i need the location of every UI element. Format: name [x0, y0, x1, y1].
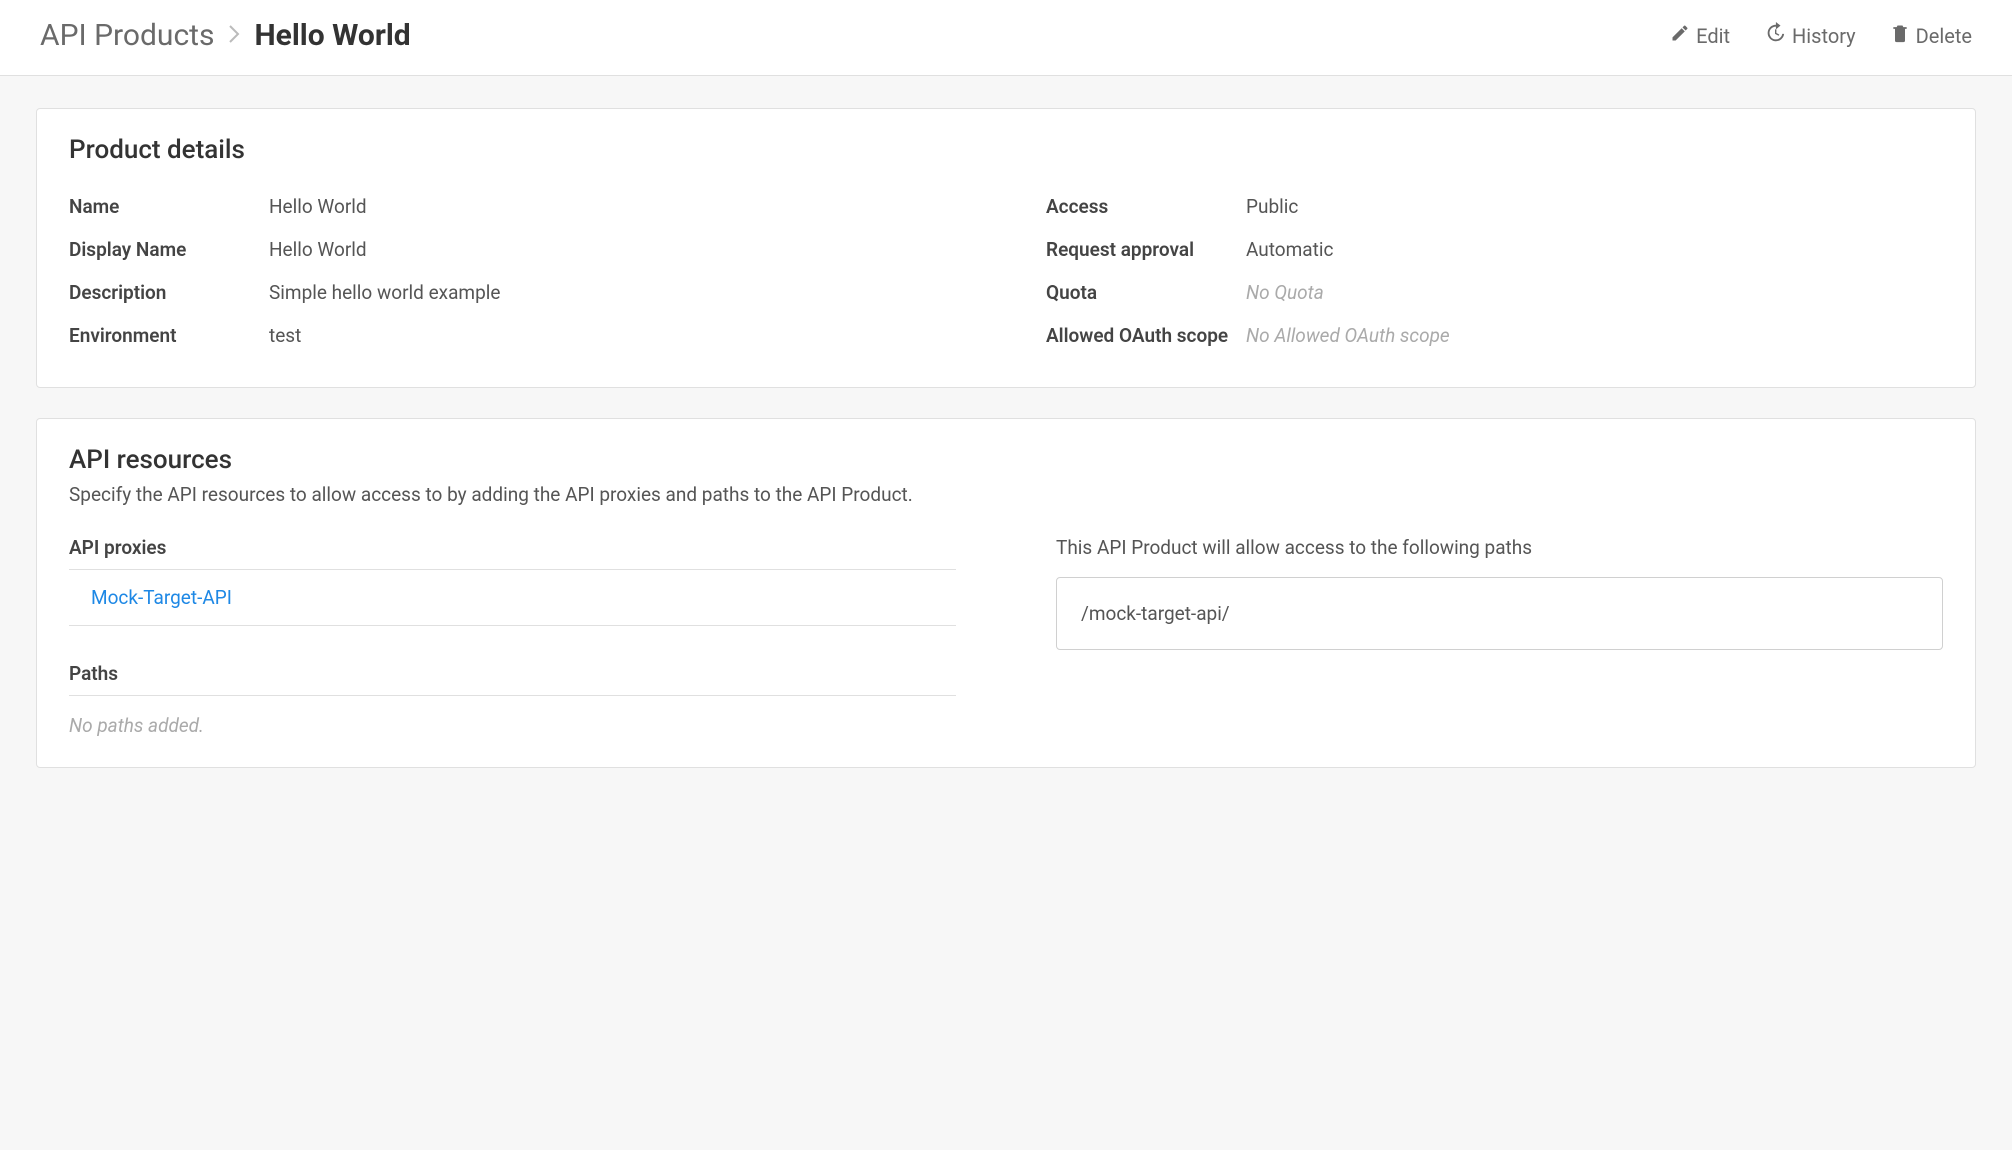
history-icon: [1764, 22, 1786, 49]
paths-section: Paths No paths added.: [69, 662, 956, 737]
edit-label: Edit: [1696, 24, 1730, 48]
chevron-right-icon: [228, 22, 240, 50]
access-paths-label: This API Product will allow access to th…: [1056, 536, 1943, 559]
history-label: History: [1792, 24, 1856, 48]
detail-row-name: Name Hello World: [69, 185, 966, 228]
detail-row-oauth: Allowed OAuth scope No Allowed OAuth sco…: [1046, 314, 1943, 357]
description-label: Description: [69, 281, 269, 304]
product-details-title: Product details: [69, 135, 1943, 165]
api-resources-panel: API resources Specify the API resources …: [36, 418, 1976, 768]
header-actions: Edit History Delete: [1670, 22, 1972, 49]
access-value: Public: [1246, 195, 1943, 218]
oauth-label: Allowed OAuth scope: [1046, 324, 1246, 347]
breadcrumb-root[interactable]: API Products: [40, 18, 214, 53]
name-label: Name: [69, 195, 269, 218]
quota-value: No Quota: [1246, 281, 1943, 304]
name-value: Hello World: [269, 195, 966, 218]
access-label: Access: [1046, 195, 1246, 218]
detail-row-quota: Quota No Quota: [1046, 271, 1943, 314]
approval-value: Automatic: [1246, 238, 1943, 261]
details-left-column: Name Hello World Display Name Hello Worl…: [69, 185, 966, 357]
content-area: Product details Name Hello World Display…: [0, 76, 2012, 1150]
resources-left-column: API proxies Mock-Target-API Paths No pat…: [69, 536, 956, 737]
environment-label: Environment: [69, 324, 269, 347]
detail-row-access: Access Public: [1046, 185, 1943, 228]
details-right-column: Access Public Request approval Automatic…: [1046, 185, 1943, 357]
display-name-label: Display Name: [69, 238, 269, 261]
access-path-value: /mock-target-api/: [1081, 602, 1230, 625]
delete-button[interactable]: Delete: [1890, 23, 1972, 48]
trash-icon: [1890, 23, 1910, 48]
quota-label: Quota: [1046, 281, 1246, 304]
edit-button[interactable]: Edit: [1670, 23, 1730, 48]
delete-label: Delete: [1916, 24, 1972, 48]
detail-row-approval: Request approval Automatic: [1046, 228, 1943, 271]
detail-row-display-name: Display Name Hello World: [69, 228, 966, 271]
resources-columns: API proxies Mock-Target-API Paths No pat…: [69, 536, 1943, 737]
environment-value: test: [269, 324, 966, 347]
breadcrumb-current: Hello World: [254, 18, 410, 53]
proxy-table: Mock-Target-API: [69, 569, 956, 626]
api-proxies-label: API proxies: [69, 536, 956, 559]
history-button[interactable]: History: [1764, 22, 1856, 49]
display-name-value: Hello World: [269, 238, 966, 261]
breadcrumb: API Products Hello World: [40, 18, 411, 53]
access-paths-box: /mock-target-api/: [1056, 577, 1943, 650]
api-resources-subtitle: Specify the API resources to allow acces…: [69, 483, 1943, 506]
description-value: Simple hello world example: [269, 281, 966, 304]
oauth-value: No Allowed OAuth scope: [1246, 324, 1943, 347]
resources-right-column: This API Product will allow access to th…: [1056, 536, 1943, 737]
proxy-link[interactable]: Mock-Target-API: [91, 586, 232, 609]
api-resources-title: API resources: [69, 445, 1943, 475]
approval-label: Request approval: [1046, 238, 1246, 261]
details-grid: Name Hello World Display Name Hello Worl…: [69, 185, 1943, 357]
proxy-row: Mock-Target-API: [69, 570, 956, 625]
paths-label: Paths: [69, 662, 956, 685]
detail-row-environment: Environment test: [69, 314, 966, 357]
detail-row-description: Description Simple hello world example: [69, 271, 966, 314]
page-header: API Products Hello World Edit History De…: [0, 0, 2012, 76]
product-details-panel: Product details Name Hello World Display…: [36, 108, 1976, 388]
pencil-icon: [1670, 23, 1690, 48]
paths-empty-text: No paths added.: [69, 695, 956, 737]
